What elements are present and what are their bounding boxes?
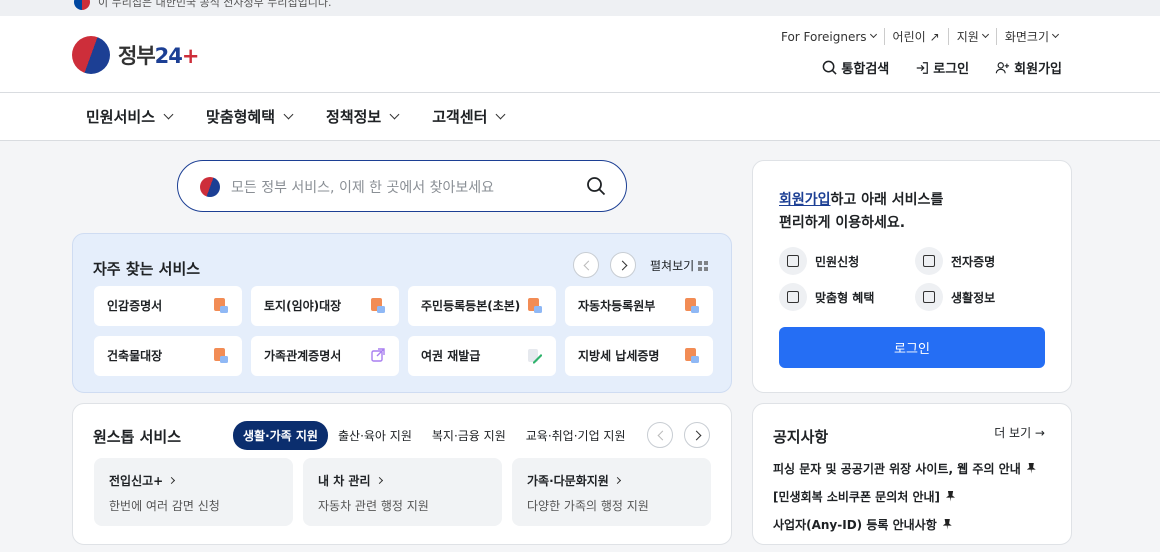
taegukgi-flag-icon [74,0,90,10]
logo-text: 정부24+ [118,44,199,68]
notice-title: 공지사항 [773,428,829,446]
integrated-search-button[interactable]: 통합검색 [822,58,889,77]
pin-icon [942,518,952,530]
notice-item[interactable]: 사업자(Any-ID) 등록 안내사항 [773,510,1036,538]
nav-custom-benefits[interactable]: 맞춤형혜택 [206,106,294,127]
external-link-icon: ↗ [929,29,940,44]
feature-custom-benefits: 맞춤형 혜택 [779,283,915,311]
login-panel: 회원가입하고 아래 서비스를 편리하게 이용하세요. 민원신청 전자증명 맞춤형… [752,160,1072,393]
main-search-box[interactable]: 모든 정부 서비스, 이제 한 곳에서 찾아보세요 [177,160,627,212]
login-features: 민원신청 전자증명 맞춤형 혜택 생활정보 [779,247,1051,311]
document-icon [371,298,385,313]
search-icon [823,60,838,75]
search-input[interactable]: 모든 정부 서비스, 이제 한 곳에서 찾아보세요 [231,177,494,197]
external-link-icon [371,348,385,362]
main-navigation: 민원서비스 맞춤형혜택 정책정보 고객센터 [0,93,1160,141]
chevron-right-icon [168,476,176,485]
document-icon [214,348,228,363]
chevron-down-icon [495,109,506,120]
notice-more-link[interactable]: 더 보기 → [994,424,1045,441]
login-icon [917,61,929,74]
government-emblem-icon [200,177,220,197]
previous-button[interactable] [573,252,599,278]
bookmark-icon [915,283,943,311]
notice-item[interactable]: [민생회복 소비쿠폰 문의처 안내] [773,482,1036,510]
chevron-down-icon [981,30,989,39]
login-link[interactable]: 로그인 [915,58,969,77]
frequent-services-panel: 자주 찾는 서비스 펼쳐보기 인감증명서 토지(임야)대장 주민등록등본(초본)… [72,233,732,393]
feature-civil-application: 민원신청 [779,247,915,275]
service-card-seal-certificate[interactable]: 인감증명서 [94,286,242,326]
nav-customer-center[interactable]: 고객센터 [432,106,506,127]
header-actions: 통합검색 로그인 회원가입 [822,58,1062,77]
one-stop-services-panel: 원스톱 서비스 생활·가족 지원 출산·육아 지원 복지·금융 지원 교육·취업… [72,403,732,545]
card-description: 자동차 관련 행정 지원 [318,499,429,513]
card-description: 한번에 여러 감면 신청 [109,499,220,513]
one-stop-tabs: 생활·가족 지원 출산·육아 지원 복지·금융 지원 교육·취업·기업 지원 [233,421,636,450]
certificate-icon [915,247,943,275]
feature-e-certificate: 전자증명 [915,247,1051,275]
previous-button[interactable] [647,422,673,448]
nav-policy-info[interactable]: 정책정보 [326,106,400,127]
add-user-icon [995,61,1010,73]
card-description: 다양한 가족의 행정 지원 [527,499,649,513]
one-stop-card-family-multicultural[interactable]: 가족·다문화지원 다양한 가족의 행정 지원 [512,458,711,526]
chevron-down-icon [283,109,294,120]
next-button[interactable] [610,252,636,278]
edit-icon [528,349,542,364]
official-site-banner: 이 누리집은 대한민국 공식 전자정부 누리집입니다. [0,0,1160,16]
service-card-resident-registration[interactable]: 주민등록등본(초본) [408,286,556,326]
service-card-family-relation[interactable]: 가족관계증명서 [251,336,399,376]
official-site-text: 이 누리집은 대한민국 공식 전자정부 누리집입니다. [98,0,332,9]
tab-education-employment[interactable]: 교육·취업·기업 지원 [516,421,636,450]
utility-menu: For Foreigners 어린이 ↗ 지원 화면크기 [773,28,1066,45]
tab-welfare-finance[interactable]: 복지·금융 지원 [422,421,516,450]
pin-icon [946,490,956,502]
document-icon [528,298,542,313]
document-icon [685,348,699,363]
service-card-vehicle-registration[interactable]: 자동차등록원부 [565,286,713,326]
login-button[interactable]: 로그인 [779,327,1045,368]
envelope-icon [779,247,807,275]
expand-all-button[interactable]: 펼쳐보기 [650,257,709,274]
support-menu[interactable]: 지원 [947,28,996,45]
frequent-services-title: 자주 찾는 서비스 [93,260,201,278]
site-header: 정부24+ For Foreigners 어린이 ↗ 지원 화면크기 통합검색 로… [0,16,1160,93]
gov24-logo[interactable]: 정부24+ [72,36,199,74]
next-button[interactable] [684,422,710,448]
font-size-menu[interactable]: 화면크기 [995,28,1066,45]
kids-link[interactable]: 어린이 ↗ [883,28,948,45]
notice-item[interactable]: 피싱 문자 및 공공기관 위장 사이트, 웹 주의 안내 [773,454,1036,482]
gift-icon [779,283,807,311]
service-card-building-register[interactable]: 건축물대장 [94,336,242,376]
service-card-local-tax-certificate[interactable]: 지방세 납세증명 [565,336,713,376]
document-icon [685,298,699,313]
one-stop-title: 원스톱 서비스 [93,428,182,446]
chevron-right-icon [375,476,383,485]
service-card-land-register[interactable]: 토지(임야)대장 [251,286,399,326]
chevron-down-icon [869,30,877,39]
for-foreigners-menu[interactable]: For Foreigners [773,28,884,45]
login-message: 회원가입하고 아래 서비스를 편리하게 이용하세요. [779,192,944,231]
government-emblem-icon [72,36,110,74]
grid-icon [698,260,709,271]
chevron-down-icon [163,109,174,120]
signup-inline-link[interactable]: 회원가입 [779,192,831,208]
one-stop-card-move-in[interactable]: 전입신고+ 한번에 여러 감면 신청 [94,458,293,526]
tab-birth-childcare[interactable]: 출산·육아 지원 [328,421,422,450]
document-icon [214,298,228,313]
feature-life-info: 생활정보 [915,283,1051,311]
tab-life-family[interactable]: 생활·가족 지원 [233,421,328,450]
notice-panel: 공지사항 더 보기 → 피싱 문자 및 공공기관 위장 사이트, 웹 주의 안내… [752,403,1072,545]
one-stop-card-my-car[interactable]: 내 차 관리 자동차 관련 행정 지원 [303,458,502,526]
service-card-passport-reissue[interactable]: 여권 재발급 [408,336,556,376]
chevron-down-icon [389,109,400,120]
nav-civil-services[interactable]: 민원서비스 [86,106,174,127]
signup-link[interactable]: 회원가입 [995,58,1062,77]
chevron-right-icon [613,476,621,485]
chevron-down-icon [1051,30,1060,39]
pin-icon [1026,462,1036,474]
search-icon[interactable] [586,176,606,196]
